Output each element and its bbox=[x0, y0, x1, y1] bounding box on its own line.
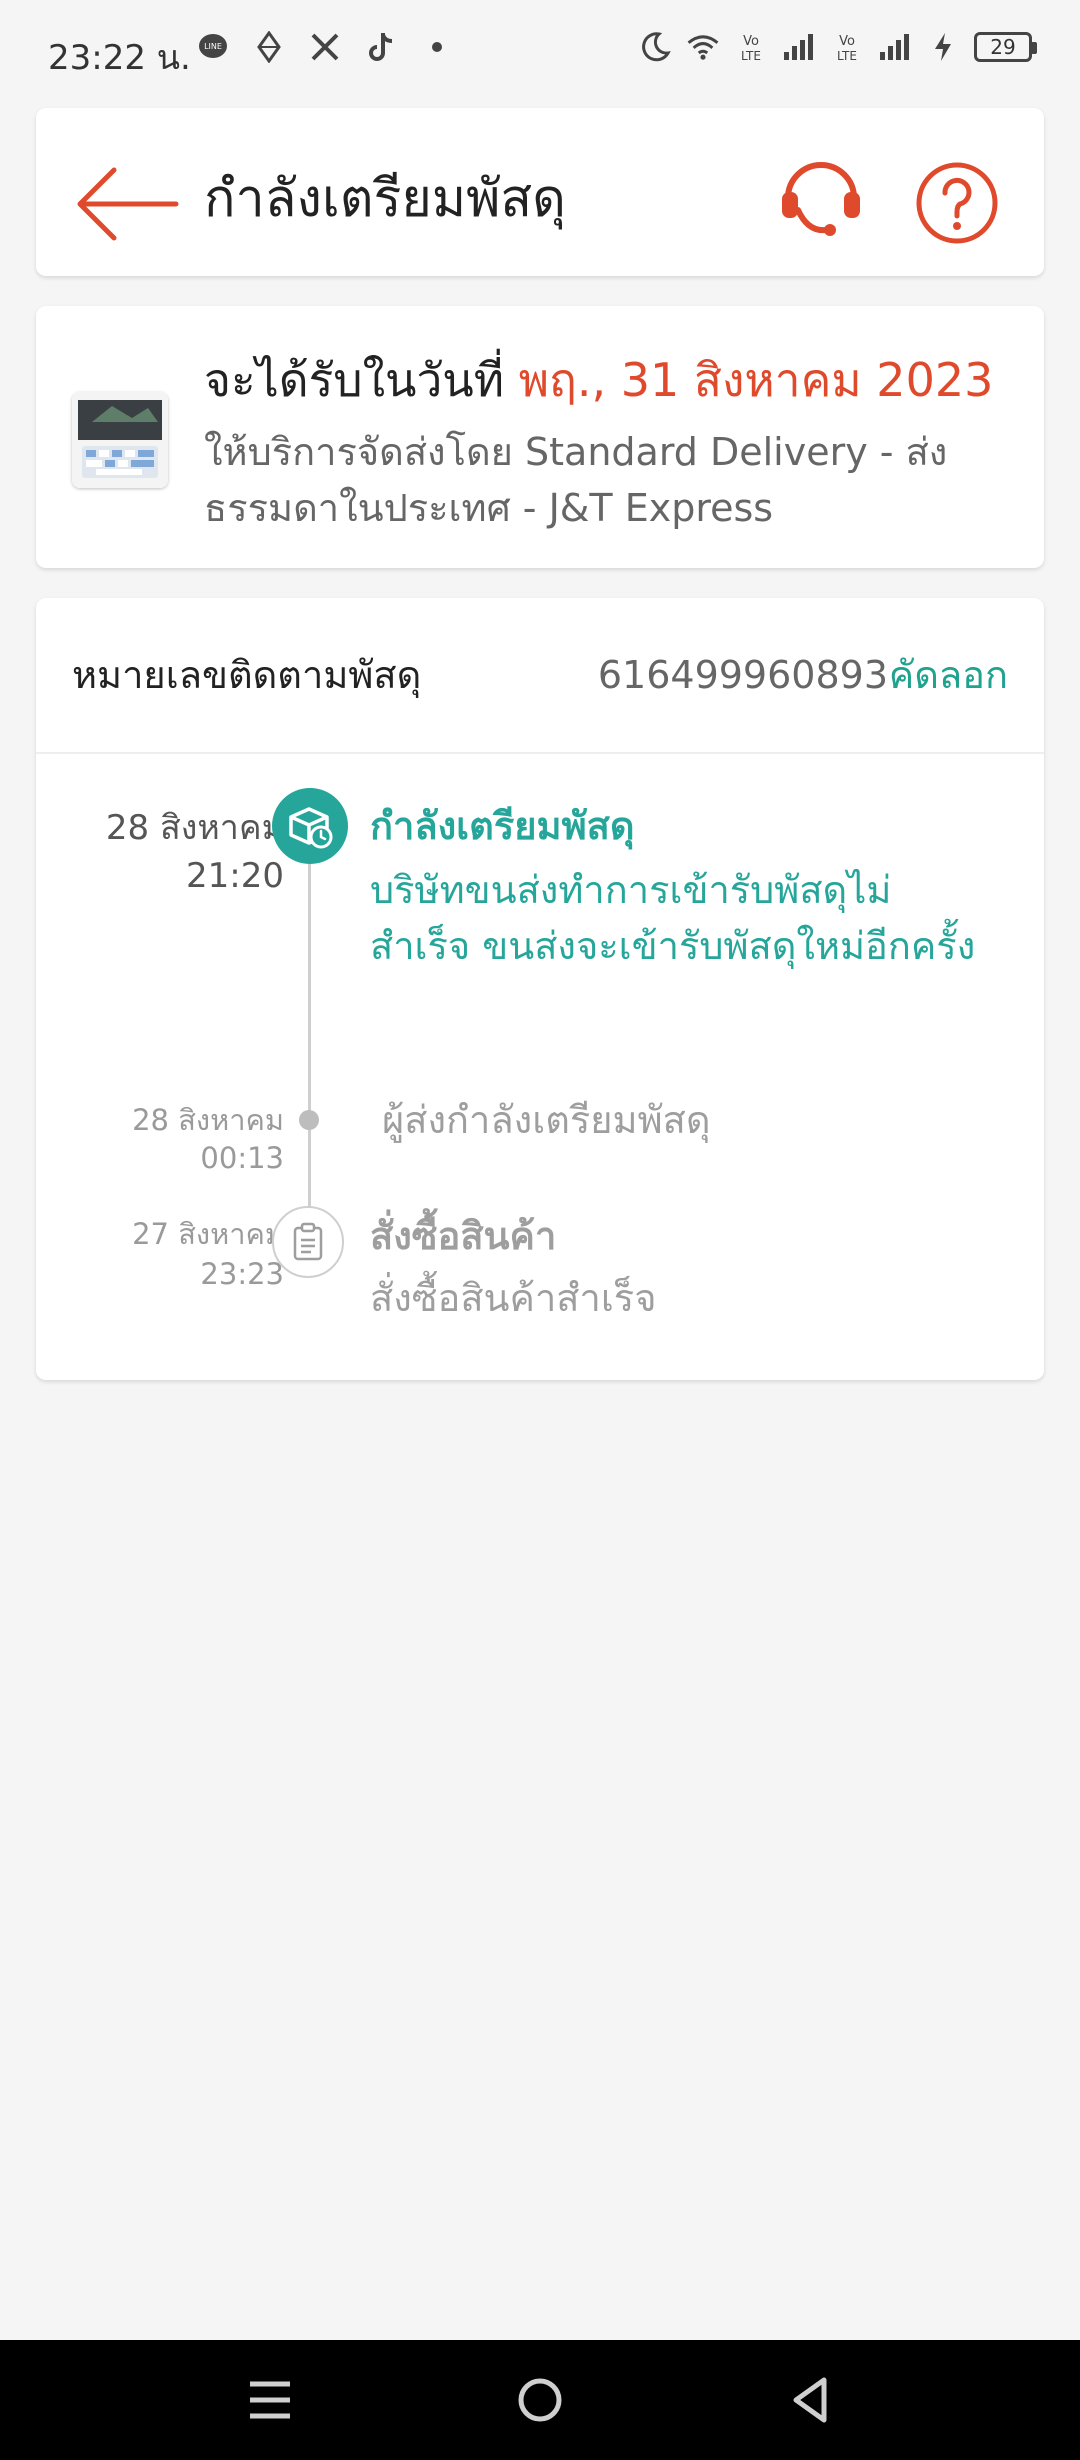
home-icon bbox=[518, 2378, 562, 2422]
event-description: บริษัทขนส่งทำการเข้ารับพัสดุไม่สำเร็จ ขน… bbox=[370, 868, 976, 968]
event-date: 27 สิงหาคม bbox=[132, 1217, 284, 1251]
event-title: สั่งซื้อสินค้า bbox=[370, 1214, 557, 1258]
menu-icon bbox=[250, 2381, 290, 2419]
line-icon: LINE bbox=[196, 30, 230, 64]
charging-icon bbox=[926, 30, 960, 64]
battery-indicator: 29 bbox=[974, 32, 1037, 62]
signal-icon bbox=[878, 30, 912, 64]
eta-date: พฤ., 31 สิงหาคม 2023 bbox=[518, 353, 994, 407]
event-date: 28 สิงหาคม bbox=[132, 1103, 284, 1137]
event-date: 28 สิงหาคม bbox=[105, 808, 284, 848]
volte-icon: Vo LTE bbox=[830, 30, 864, 64]
product-thumbnail[interactable] bbox=[72, 392, 168, 488]
delivery-card: จะได้รับในวันที่ พฤ., 31 สิงหาคม 2023 ให… bbox=[36, 306, 1044, 568]
home-button[interactable] bbox=[504, 2364, 576, 2436]
svg-text:LTE: LTE bbox=[837, 49, 857, 63]
tracking-card: หมายเลขติดตามพัสดุ 616499960893 คัดลอก 2… bbox=[36, 598, 1044, 1380]
support-button[interactable] bbox=[776, 152, 866, 248]
back-button[interactable] bbox=[72, 156, 182, 252]
svg-text:Vo: Vo bbox=[839, 34, 855, 49]
x-icon bbox=[308, 30, 342, 64]
back-nav-button[interactable] bbox=[774, 2364, 846, 2436]
svg-text:LTE: LTE bbox=[741, 49, 761, 63]
event-time: 21:20 bbox=[186, 856, 284, 896]
svg-text:LINE: LINE bbox=[204, 42, 222, 51]
system-nav-bar bbox=[0, 2340, 1080, 2460]
volte-icon: Vo LTE bbox=[734, 30, 768, 64]
clipboard-icon bbox=[293, 1222, 323, 1261]
event-node-order bbox=[272, 1206, 344, 1278]
event-description: สั่งซื้อสินค้าสำเร็จ bbox=[370, 1276, 657, 1320]
wifi-icon bbox=[686, 30, 720, 64]
keyboard-image bbox=[72, 392, 168, 488]
event-time: 23:23 bbox=[200, 1257, 284, 1291]
menu-button[interactable] bbox=[234, 2364, 306, 2436]
header-bar: กำลังเตรียมพัสดุ bbox=[36, 108, 1044, 276]
event-time: 00:13 bbox=[200, 1141, 284, 1175]
tracking-header: หมายเลขติดตามพัสดุ 616499960893 คัดลอก bbox=[36, 598, 1044, 754]
tracking-label: หมายเลขติดตามพัสดุ bbox=[72, 653, 422, 697]
tiktok-icon bbox=[364, 30, 398, 64]
event-title: กำลังเตรียมพัสดุ bbox=[370, 804, 635, 848]
headset-icon bbox=[782, 162, 860, 236]
timeline-line bbox=[308, 826, 311, 1116]
status-time: 23:22 น. bbox=[48, 38, 191, 78]
package-clock-icon bbox=[289, 807, 333, 849]
moon-icon bbox=[638, 30, 672, 64]
copy-button[interactable]: คัดลอก bbox=[889, 650, 1008, 700]
svg-text:Vo: Vo bbox=[743, 34, 759, 49]
status-bar: 23:22 น. LINE Vo LTE Vo LTE 29 bbox=[0, 0, 1080, 100]
signal-icon bbox=[782, 30, 816, 64]
page-title: กำลังเตรียมพัสดุ bbox=[204, 169, 566, 229]
question-icon bbox=[916, 162, 998, 244]
shipping-service: ให้บริการจัดส่งโดย Standard Delivery - ส… bbox=[204, 430, 948, 530]
help-button[interactable] bbox=[912, 158, 1002, 248]
event-node-active bbox=[272, 788, 348, 864]
event-title: ผู้ส่งกำลังเตรียมพัสดุ bbox=[382, 1098, 711, 1142]
dot-icon bbox=[420, 30, 454, 64]
arrow-left-icon bbox=[77, 167, 179, 241]
timeline-line bbox=[308, 1124, 311, 1208]
back-triangle-icon bbox=[793, 2377, 827, 2423]
tracking-number: 616499960893 bbox=[597, 653, 888, 697]
eta-line: จะได้รับในวันที่ พฤ., 31 สิงหาคม 2023 bbox=[204, 348, 993, 412]
eta-prefix: จะได้รับในวันที่ bbox=[204, 353, 519, 407]
diamond-icon bbox=[252, 30, 286, 64]
event-node bbox=[299, 1110, 319, 1130]
